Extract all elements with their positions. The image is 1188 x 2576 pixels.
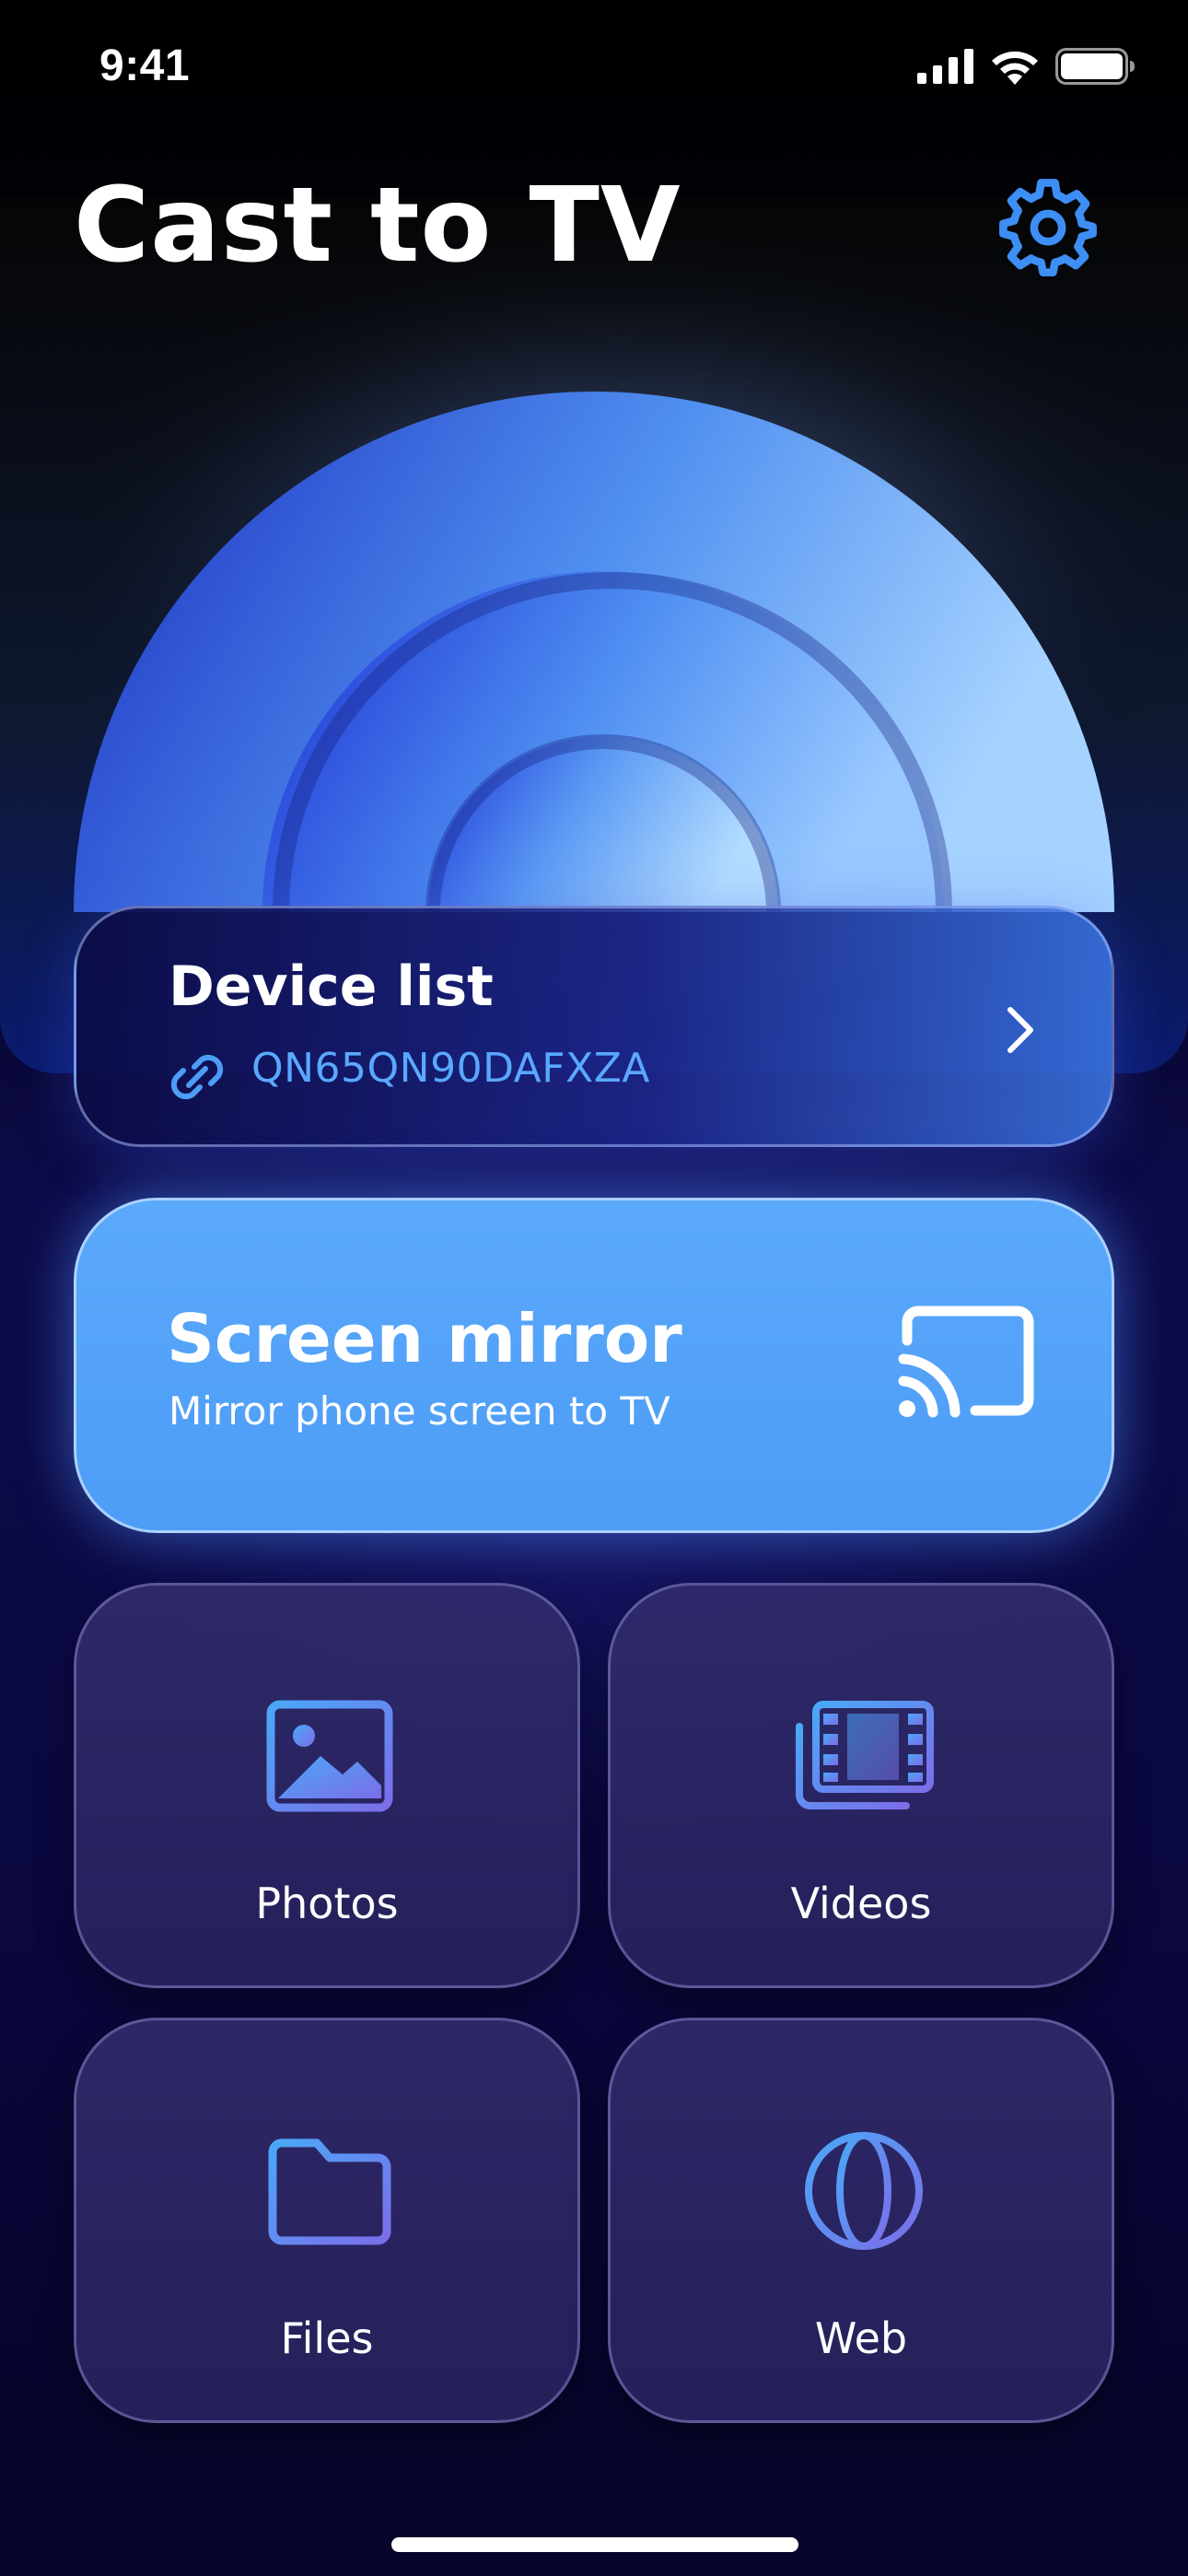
device-list-card[interactable]: Device list QN65QN90DAFXZA bbox=[74, 906, 1114, 1147]
app-screen: 9:41 Cast to TV Device list QN65QN90DAFX… bbox=[0, 0, 1188, 2576]
status-icons bbox=[917, 48, 1136, 85]
photos-label: Photos bbox=[255, 1879, 399, 1928]
film-icon bbox=[796, 1701, 934, 1809]
globe-icon bbox=[805, 2132, 923, 2250]
videos-tile[interactable]: Videos bbox=[608, 1583, 1114, 1988]
web-label: Web bbox=[814, 2313, 908, 2363]
videos-label: Videos bbox=[790, 1879, 932, 1928]
connected-device-name: QN65QN90DAFXZA bbox=[251, 1045, 650, 1092]
link-icon bbox=[170, 1054, 224, 1100]
folder-icon bbox=[268, 2138, 391, 2245]
status-time: 9:41 bbox=[99, 41, 191, 90]
screen-mirror-subtitle: Mirror phone screen to TV bbox=[169, 1388, 670, 1434]
device-list-title: Device list bbox=[169, 954, 494, 1019]
battery-icon bbox=[1055, 48, 1135, 85]
photo-icon bbox=[266, 1700, 393, 1812]
gear-icon bbox=[999, 179, 1097, 276]
wifi-icon bbox=[992, 51, 1038, 85]
files-label: Files bbox=[280, 2313, 374, 2363]
cast-icon bbox=[898, 1306, 1034, 1418]
settings-button[interactable] bbox=[995, 173, 1101, 280]
home-indicator[interactable] bbox=[391, 2537, 798, 2552]
screen-mirror-title: Screen mirror bbox=[167, 1300, 682, 1377]
screen-mirror-card[interactable]: Screen mirror Mirror phone screen to TV bbox=[74, 1198, 1114, 1533]
files-tile[interactable]: Files bbox=[74, 2018, 580, 2423]
app-title: Cast to TV bbox=[74, 166, 681, 286]
chevron-right-icon bbox=[1007, 1007, 1033, 1053]
web-tile[interactable]: Web bbox=[608, 2018, 1114, 2423]
cellular-signal-icon bbox=[917, 49, 973, 84]
cast-waves-illustration bbox=[69, 193, 1188, 913]
photos-tile[interactable]: Photos bbox=[74, 1583, 580, 1988]
